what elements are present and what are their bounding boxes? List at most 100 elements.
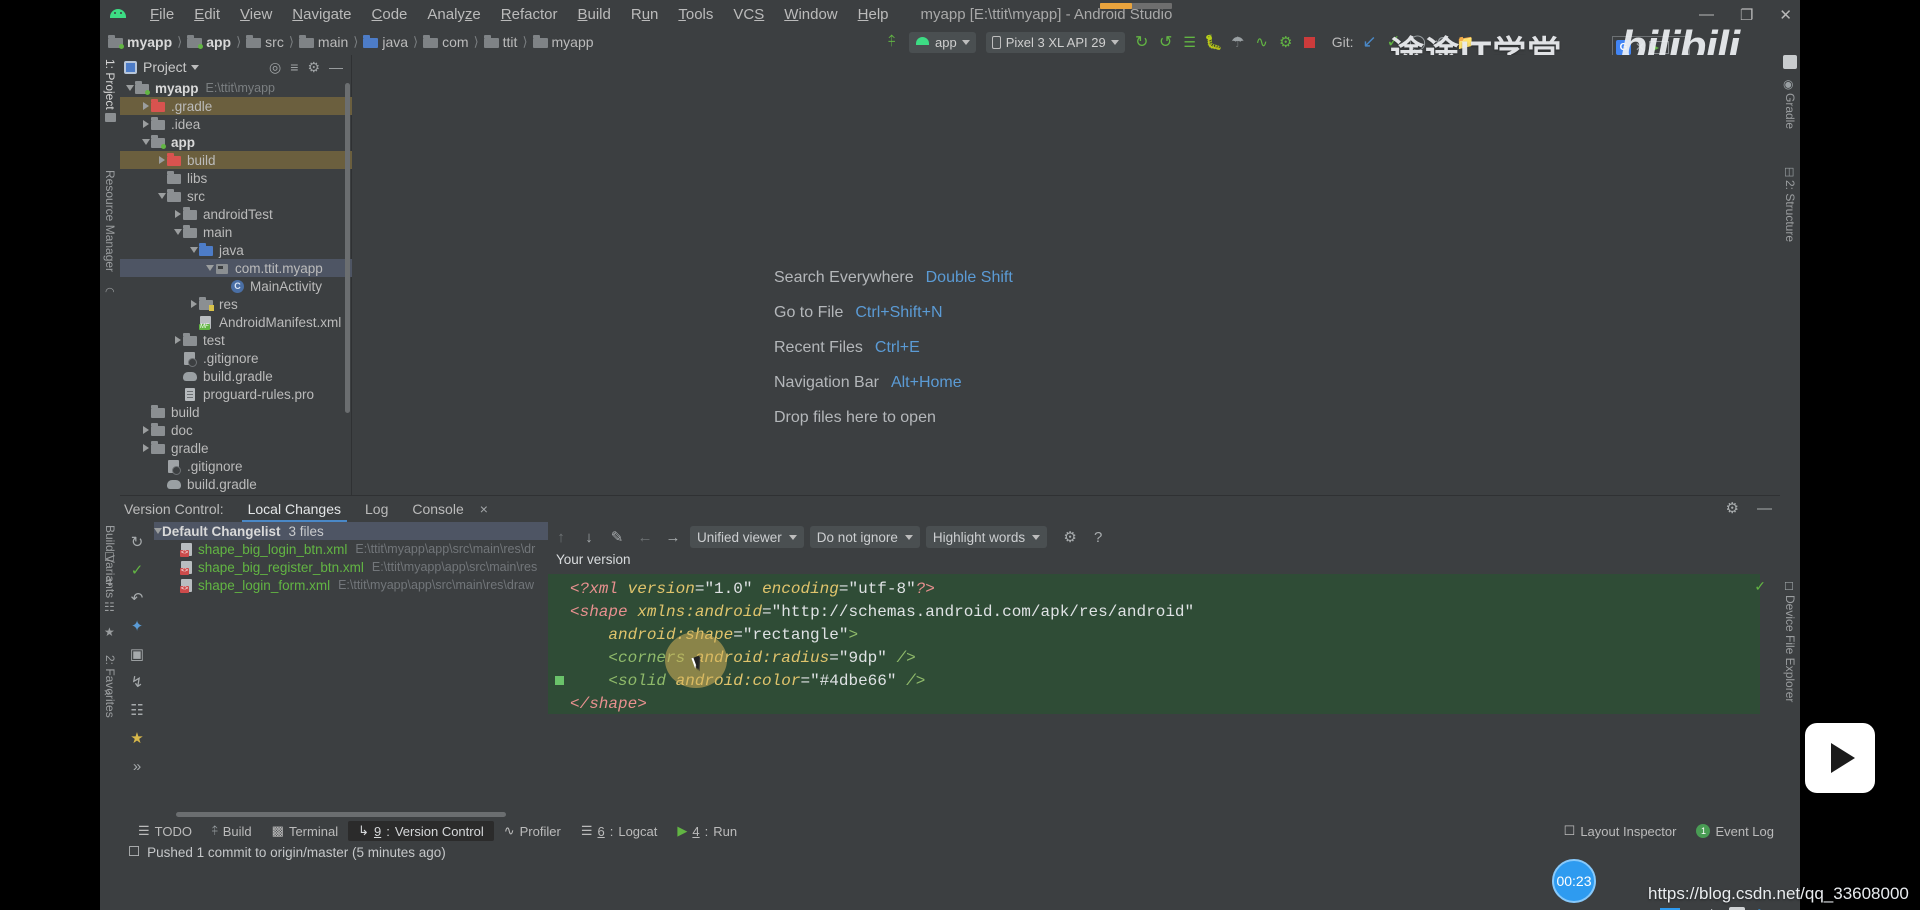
twisty-open-icon[interactable] [140,133,151,151]
attach-debugger-icon[interactable]: ☂ [1226,31,1250,53]
twisty-open-icon[interactable] [188,241,199,259]
twisty-closed-icon[interactable] [172,331,183,349]
tree-node-proguard-rules-pro[interactable]: proguard-rules.pro [120,385,352,403]
status-layout-inspector[interactable]: ☐ Layout Inspector [1564,823,1677,839]
edit-source-icon[interactable]: ✎ [606,526,628,548]
gear-icon[interactable]: ⚙ [1726,499,1739,517]
menu-code[interactable]: Code [362,3,418,26]
status-tab-build[interactable]: ⤉ Build [202,821,262,841]
tab-console[interactable]: Console [400,497,475,522]
tree-node-build-gradle[interactable]: build.gradle [120,475,352,493]
sidebar-item-structure[interactable]: 2: Structure [1783,180,1797,242]
status-event-log[interactable]: 1 Event Log [1696,824,1774,839]
status-tab-run[interactable]: ▶ 4: Run [667,821,747,841]
menu-navigate[interactable]: Navigate [282,3,361,26]
tab-log[interactable]: Log [353,497,400,522]
tree-node-main[interactable]: main [120,223,352,241]
twisty-closed-icon[interactable] [140,421,151,439]
twisty-open-icon[interactable] [172,223,183,241]
menu-vcs[interactable]: VCS [723,3,774,26]
tree-node-java[interactable]: java [120,241,352,259]
sync-project-icon[interactable]: ↻ [1130,31,1154,53]
tree-node-mainactivity[interactable]: C MainActivity [120,277,352,295]
breadcrumb-item-src[interactable]: src [246,34,284,50]
run-device-icon[interactable]: ⚙ [1274,31,1298,53]
close-button[interactable]: ✕ [1779,6,1792,24]
menu-window[interactable]: Window [774,3,847,26]
accept-left-icon[interactable]: ← [634,526,656,548]
tree-node-build[interactable]: build [120,151,352,169]
list-item[interactable]: shape_big_login_btn.xml E:\ttit\myapp\ap… [154,540,548,558]
local-changes-list[interactable]: Default Changelist 3 files shape_big_log… [154,522,548,821]
menu-help[interactable]: Help [848,3,899,26]
device-selector[interactable]: Pixel 3 XL API 29 [985,31,1125,53]
tree-node-build[interactable]: build [120,403,352,421]
play-button-icon[interactable] [1805,723,1875,793]
stop-icon[interactable] [1298,31,1322,53]
shelve-icon[interactable]: ✦ [120,612,154,640]
diff-code-view[interactable]: <?xml version="1.0" encoding="utf-8"?> <s… [548,574,1760,714]
status-tab-profiler[interactable]: ∿ Profiler [494,821,571,841]
horizontal-scrollbar[interactable] [176,812,506,817]
status-tab-version-control[interactable]: ↳ 9: Version Control [348,821,494,841]
chevron-down-icon[interactable] [190,64,199,70]
breadcrumb-item-myapp-pkg[interactable]: myapp [532,34,594,50]
highlight-mode-selector[interactable]: Highlight words [925,526,1048,548]
star-icon[interactable]: ★ [120,724,154,752]
breadcrumb-item-com[interactable]: com [423,34,469,50]
menu-file[interactable]: File [140,3,184,26]
run-configuration-selector[interactable]: app [909,31,976,53]
more-icon[interactable]: » [104,685,111,699]
help-icon[interactable]: ? [1087,526,1109,548]
revert-icon[interactable]: ↶ [120,584,154,612]
sidebar-item-device-file-explorer[interactable]: Device File Explorer [1783,595,1797,702]
tree-node-doc[interactable]: doc [120,421,352,439]
tab-local-changes[interactable]: Local Changes [236,497,353,522]
export-icon[interactable]: ↯ [120,668,154,696]
breadcrumb-item-main[interactable]: main [298,34,348,50]
status-tab-todo[interactable]: ☰ TODO [128,821,202,841]
breadcrumb-item-myapp[interactable]: myapp [108,34,172,50]
tree-node-res[interactable]: res [120,295,352,313]
tree-node-androidmanifest-xml[interactable]: AndroidManifest.xml [120,313,352,331]
collapse-all-icon[interactable]: ≡ [290,60,298,74]
rebuild-icon[interactable]: ↺ [1154,31,1178,53]
tree-node-com-ttit-myapp[interactable]: com.ttit.myapp [120,259,352,277]
list-item[interactable]: shape_login_form.xml E:\ttit\myapp\app\s… [154,576,548,594]
tree-node--gitignore[interactable]: .gitignore [120,349,352,367]
gear-icon[interactable]: ⚙ [1059,526,1081,548]
tree-node-src[interactable]: src [120,187,352,205]
menu-build[interactable]: Build [567,3,620,26]
tree-node-app[interactable]: app [120,133,352,151]
menu-tools[interactable]: Tools [668,3,723,26]
twisty-open-icon[interactable] [124,79,135,97]
viewer-mode-selector[interactable]: Unified viewer [690,526,804,548]
ignore-mode-selector[interactable]: Do not ignore [809,526,920,548]
twisty-closed-icon[interactable] [156,151,167,169]
breadcrumb-item-ttit[interactable]: ttit [483,34,517,50]
close-icon[interactable]: × [480,501,488,517]
list-item[interactable]: shape_big_register_btn.xml E:\ttit\myapp… [154,558,548,576]
hide-icon[interactable]: — [329,60,343,74]
twisty-closed-icon[interactable] [140,439,151,457]
project-tree[interactable]: myapp E:\ttit\myapp .gradle .idea app build li… [120,79,352,495]
tree-node-gradle[interactable]: gradle [120,439,352,457]
debug-icon[interactable]: 🐛 [1202,31,1226,53]
twisty-open-icon[interactable] [154,528,162,534]
twisty-closed-icon[interactable] [188,295,199,313]
commit-check-icon[interactable]: ✓ [120,556,154,584]
hammer-icon[interactable]: ⤉ [880,31,904,53]
sidebar-item-gradle[interactable]: Gradle [1783,93,1797,129]
twisty-open-icon[interactable] [204,259,215,277]
twisty-closed-icon[interactable] [140,115,151,133]
gear-icon[interactable]: ⚙ [307,60,320,74]
breadcrumb-item-java[interactable]: java [363,34,408,50]
tree-node--gradle[interactable]: .gradle [120,97,352,115]
changelist-header[interactable]: Default Changelist 3 files [154,522,548,540]
menu-refactor[interactable]: Refactor [491,3,568,26]
menu-edit[interactable]: Edit [184,3,230,26]
expand-icon[interactable]: ☷ [120,696,154,724]
tree-node-myapp[interactable]: myapp E:\ttit\myapp [120,79,352,97]
accept-right-icon[interactable]: → [662,526,684,548]
twisty-closed-icon[interactable] [172,205,183,223]
